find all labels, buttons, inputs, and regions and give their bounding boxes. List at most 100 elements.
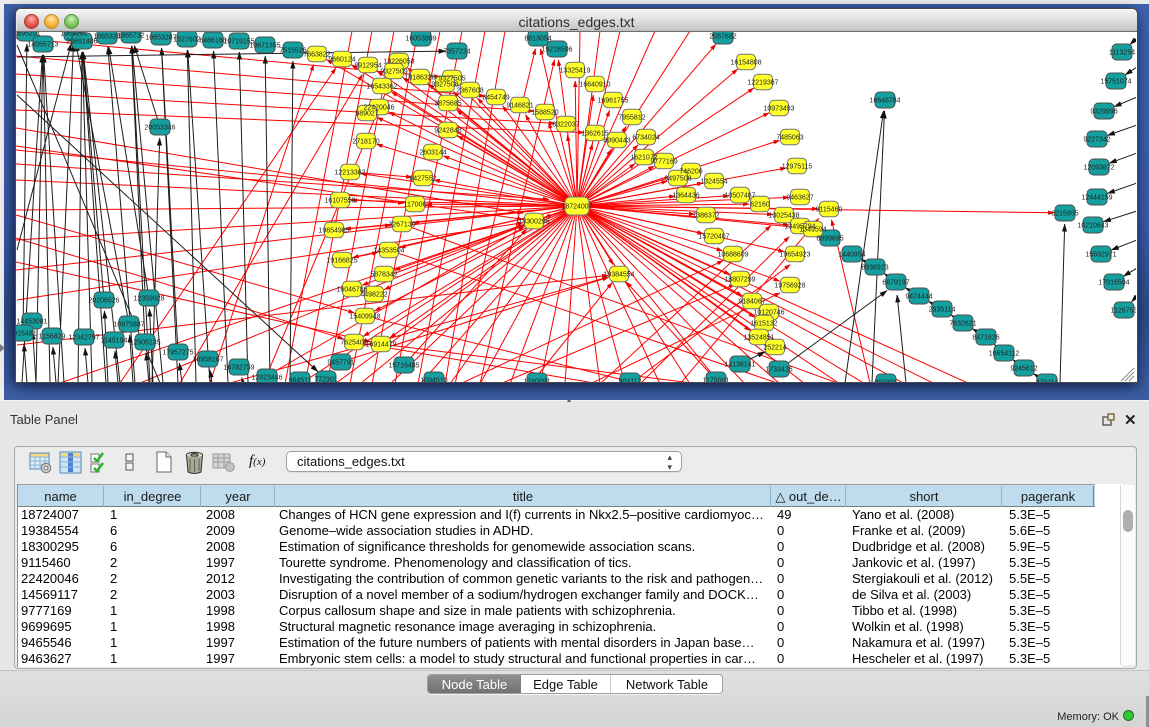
svg-text:252214: 252214 xyxy=(763,345,786,352)
svg-text:14353504: 14353504 xyxy=(373,248,404,255)
svg-text:1965732: 1965732 xyxy=(117,33,144,40)
svg-text:8813054: 8813054 xyxy=(524,36,551,43)
svg-text:1240091: 1240091 xyxy=(523,379,550,382)
svg-text:8215955: 8215955 xyxy=(1051,211,1078,218)
svg-text:16107558: 16107558 xyxy=(324,198,355,205)
svg-text:904112: 904112 xyxy=(619,379,642,382)
svg-text:2603144: 2603144 xyxy=(419,150,446,157)
svg-text:746206: 746206 xyxy=(679,169,702,176)
svg-text:7386372: 7386372 xyxy=(692,213,719,220)
svg-text:15751074: 15751074 xyxy=(1100,79,1131,86)
svg-text:13325419: 13325419 xyxy=(559,68,590,75)
svg-text:7625402: 7625402 xyxy=(340,340,367,347)
svg-text:18724007: 18724007 xyxy=(561,204,592,211)
svg-text:20206526: 20206526 xyxy=(88,298,119,305)
svg-text:1113254: 1113254 xyxy=(1109,50,1135,57)
svg-text:19756928: 19756928 xyxy=(774,283,805,290)
svg-text:3915481: 3915481 xyxy=(16,331,37,338)
svg-text:16914479: 16914479 xyxy=(365,342,396,349)
svg-text:984511: 984511 xyxy=(289,378,312,382)
svg-text:16648784: 16648784 xyxy=(869,98,900,105)
svg-text:17957275: 17957275 xyxy=(162,350,193,357)
svg-text:18186328: 18186328 xyxy=(404,75,435,82)
svg-text:2087682: 2087682 xyxy=(709,34,736,41)
svg-text:10120746: 10120746 xyxy=(753,310,784,317)
svg-text:2718170: 2718170 xyxy=(352,139,379,146)
svg-text:18807299: 18807299 xyxy=(724,277,755,284)
svg-text:10688609: 10688609 xyxy=(717,252,748,259)
svg-text:1695201: 1695201 xyxy=(16,32,41,38)
svg-text:12342757: 12342757 xyxy=(68,335,99,342)
svg-text:1156829: 1156829 xyxy=(39,334,66,341)
svg-text:12444159: 12444159 xyxy=(1081,195,1112,202)
svg-text:6899695: 6899695 xyxy=(816,236,843,243)
svg-text:7357224: 7357224 xyxy=(443,49,470,56)
svg-text:8938923: 8938923 xyxy=(861,265,888,272)
svg-text:12923446: 12923446 xyxy=(251,375,282,382)
svg-text:62160: 62160 xyxy=(750,202,770,209)
svg-text:9242848: 9242848 xyxy=(434,128,461,135)
svg-text:9474444: 9474444 xyxy=(905,294,932,301)
svg-text:13226058: 13226058 xyxy=(383,59,414,66)
svg-text:7955812: 7955812 xyxy=(618,115,645,122)
svg-text:15409948: 15409948 xyxy=(349,314,380,321)
svg-text:12219367: 12219367 xyxy=(747,80,778,87)
svg-text:9777169: 9777169 xyxy=(650,159,677,166)
svg-text:1094510: 1094510 xyxy=(420,378,447,382)
svg-text:15720407: 15720407 xyxy=(698,234,729,241)
svg-text:1362615: 1362615 xyxy=(581,131,608,138)
svg-text:15692971: 15692971 xyxy=(1085,252,1116,259)
svg-text:16782759: 16782759 xyxy=(223,365,254,372)
svg-text:10975887: 10975887 xyxy=(113,322,144,329)
svg-text:1175001: 1175001 xyxy=(703,378,730,382)
svg-text:12505135: 12505135 xyxy=(129,340,160,347)
svg-text:7485063: 7485063 xyxy=(776,135,803,142)
svg-text:10958167: 10958167 xyxy=(192,357,223,364)
svg-text:12359928: 12359928 xyxy=(133,296,164,303)
svg-text:16154808: 16154808 xyxy=(730,60,761,67)
svg-text:117006: 117006 xyxy=(404,202,427,209)
svg-text:19384554: 19384554 xyxy=(603,272,634,279)
svg-text:8990443: 8990443 xyxy=(603,138,630,145)
svg-text:10654112: 10654112 xyxy=(989,351,1020,358)
svg-text:992301: 992301 xyxy=(874,380,897,382)
svg-text:10507487: 10507487 xyxy=(724,193,755,200)
svg-text:15716485: 15716485 xyxy=(388,363,419,370)
svg-text:870114: 870114 xyxy=(1036,380,1059,382)
svg-text:8322037: 8322037 xyxy=(552,122,579,129)
svg-text:9327508: 9327508 xyxy=(431,82,458,89)
svg-text:16053809: 16053809 xyxy=(405,36,436,43)
svg-text:19166825: 19166825 xyxy=(326,258,357,265)
svg-text:16543362: 16543362 xyxy=(366,84,397,91)
svg-text:1349594: 1349594 xyxy=(799,227,826,234)
svg-text:6497508: 6497508 xyxy=(664,176,691,183)
svg-text:13524851: 13524851 xyxy=(743,335,774,342)
svg-text:9184067: 9184067 xyxy=(738,299,765,306)
svg-text:17016504: 17016504 xyxy=(1098,280,1129,287)
svg-text:10973493: 10973493 xyxy=(763,106,794,113)
svg-text:14055713: 14055713 xyxy=(27,42,58,49)
svg-text:10671355: 10671355 xyxy=(249,43,280,50)
svg-text:1615132: 1615132 xyxy=(750,321,777,328)
svg-text:8454749: 8454749 xyxy=(482,95,509,102)
svg-text:5878342: 5878342 xyxy=(370,272,397,279)
svg-text:1364436: 1364436 xyxy=(672,193,699,200)
svg-text:9227342: 9227342 xyxy=(1083,137,1110,144)
svg-text:18300295: 18300295 xyxy=(518,219,549,226)
svg-text:9245612: 9245612 xyxy=(1010,366,1037,373)
svg-text:16961755: 16961755 xyxy=(597,98,628,105)
svg-text:6734024: 6734024 xyxy=(632,135,659,142)
svg-text:4498222: 4498222 xyxy=(360,292,387,299)
svg-text:1324554: 1324554 xyxy=(700,179,727,186)
svg-text:16640910: 16640910 xyxy=(579,82,610,89)
svg-text:12975115: 12975115 xyxy=(782,164,813,171)
svg-text:7663822: 7663822 xyxy=(303,52,330,59)
svg-text:1969201: 1969201 xyxy=(60,32,87,38)
svg-text:9329996: 9329996 xyxy=(1090,109,1117,116)
svg-text:9660124: 9660124 xyxy=(328,57,355,64)
svg-text:10210643: 10210643 xyxy=(1077,223,1108,230)
svg-text:1126753: 1126753 xyxy=(1111,308,1136,315)
svg-text:3267130: 3267130 xyxy=(388,222,415,229)
svg-text:1440954: 1440954 xyxy=(838,252,865,259)
svg-text:10025438: 10025438 xyxy=(768,213,799,220)
